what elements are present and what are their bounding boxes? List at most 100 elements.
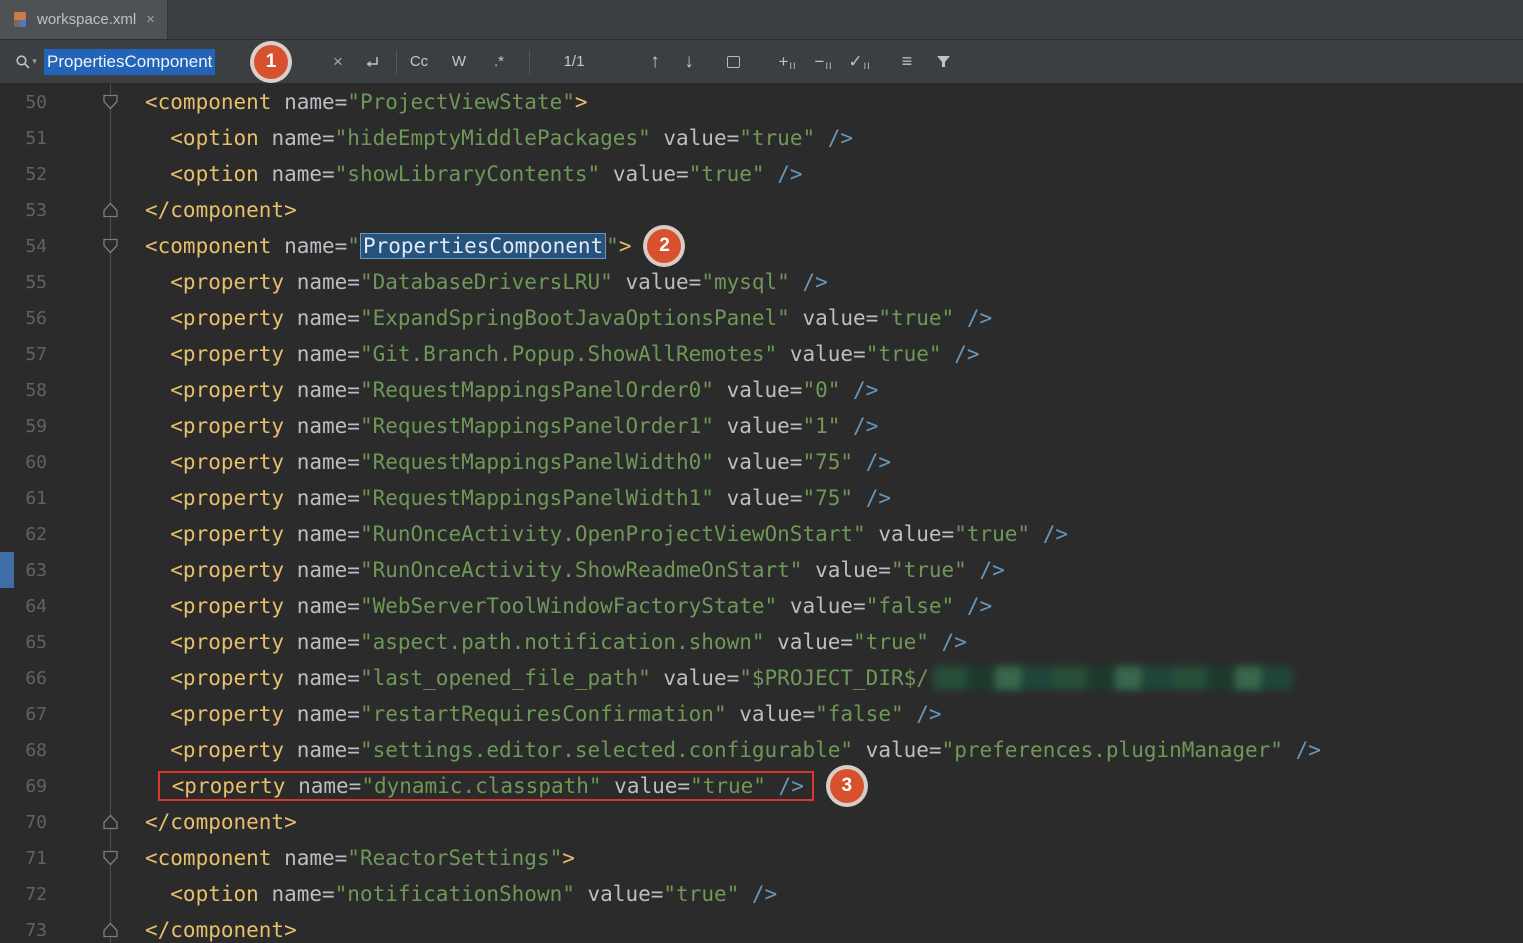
match-counter: 1/1 — [538, 53, 610, 70]
clear-search-icon[interactable]: × — [326, 52, 350, 72]
line-number: 57 — [0, 344, 47, 365]
code-text: <component name="PropertiesComponent">2 — [145, 229, 681, 263]
tab-workspace-xml[interactable]: workspace.xml × — [0, 0, 168, 39]
code-token: "1" — [802, 414, 840, 438]
code-token: <component — [145, 846, 271, 870]
code-token: /> — [904, 702, 942, 726]
previous-match-button[interactable]: ↑ — [642, 51, 668, 73]
occurrence-glyph: II — [825, 61, 832, 71]
code-token: value= — [600, 162, 689, 186]
code-line-71: 71<component name="ReactorSettings"> — [0, 840, 1523, 876]
words-toggle[interactable]: W — [441, 48, 477, 76]
code-line-54: 54 <component name="PropertiesComponent">… — [0, 228, 1523, 264]
regex-toggle[interactable]: .* — [481, 48, 517, 76]
code-token: value= — [575, 882, 664, 906]
code-token: /> — [853, 450, 891, 474]
code-text: <property name="last_opened_file_path" v… — [145, 666, 1293, 690]
code-token: name= — [284, 414, 360, 438]
code-line-58: 58 <property name="RequestMappingsPanelO… — [0, 372, 1523, 408]
code-token: /> — [790, 270, 828, 294]
line-number: 58 — [0, 380, 47, 401]
code-token: value= — [602, 774, 691, 798]
fold-start-icon[interactable] — [102, 94, 119, 111]
search-match-highlight: PropertiesComponent — [360, 233, 606, 259]
code-token: /> — [1283, 738, 1321, 762]
code-token: "0" — [802, 378, 840, 402]
line-number: 59 — [0, 416, 47, 437]
fold-start-icon[interactable] — [102, 850, 119, 867]
fold-start-icon[interactable] — [102, 238, 119, 255]
open-in-find-window-button[interactable] — [720, 56, 746, 68]
line-number: 54 — [0, 236, 47, 257]
code-token: <component — [145, 234, 271, 258]
add-occurrence-button[interactable]: +II — [772, 52, 802, 72]
code-token: <property — [145, 270, 284, 294]
code-token: <property — [145, 486, 284, 510]
code-token: "notificationShown" — [335, 882, 575, 906]
tab-close-icon[interactable]: × — [146, 11, 155, 28]
line-number: 62 — [0, 524, 47, 545]
code-text: </component> — [145, 198, 297, 222]
remove-occurrence-button[interactable]: −II — [808, 52, 838, 72]
select-all-occurrences-button[interactable]: ✓II — [844, 52, 874, 72]
filter-results-button[interactable] — [928, 55, 958, 69]
code-text: <property name="dynamic.classpath" value… — [145, 769, 864, 803]
code-line-56: 56 <property name="ExpandSpringBootJavaO… — [0, 300, 1523, 336]
code-token: "true" — [689, 162, 765, 186]
code-token: /> — [765, 162, 803, 186]
toolbar-divider — [529, 50, 530, 74]
code-text: <property name="RunOnceActivity.OpenProj… — [145, 522, 1068, 546]
fold-end-icon[interactable] — [102, 202, 119, 219]
code-token: /> — [1030, 522, 1068, 546]
code-token: name= — [259, 162, 335, 186]
code-line-53: 53</component> — [0, 192, 1523, 228]
code-line-72: 72 <option name="notificationShown" valu… — [0, 876, 1523, 912]
search-icon[interactable]: ▾ — [10, 54, 42, 70]
code-token: value= — [727, 702, 816, 726]
code-token: "hideEmptyMiddlePackages" — [335, 126, 651, 150]
code-line-51: 51 <option name="hideEmptyMiddlePackages… — [0, 120, 1523, 156]
code-token: "RunOnceActivity.ShowReadmeOnStart" — [360, 558, 803, 582]
line-number: 69 — [0, 776, 47, 797]
code-token: <property — [145, 666, 284, 690]
fold-column — [47, 192, 145, 228]
code-line-60: 60 <property name="RequestMappingsPanelW… — [0, 444, 1523, 480]
fold-column — [47, 120, 145, 156]
fold-column — [47, 300, 145, 336]
code-token: <property — [145, 522, 284, 546]
code-token: "true" — [853, 630, 929, 654]
code-token: "Git.Branch.Popup.ShowAllRemotes" — [360, 342, 777, 366]
fold-column — [47, 660, 145, 696]
code-token: /> — [929, 630, 967, 654]
code-token: value= — [613, 270, 702, 294]
minus-icon: − — [815, 52, 825, 72]
code-token: "true" — [739, 126, 815, 150]
code-line-55: 55 <property name="DatabaseDriversLRU" v… — [0, 264, 1523, 300]
code-token: "false" — [815, 702, 904, 726]
code-token: <property — [145, 306, 284, 330]
code-token: value= — [790, 306, 879, 330]
code-token: "settings.editor.selected.configurable" — [360, 738, 853, 762]
code-token: /> — [942, 342, 980, 366]
code-token: name= — [284, 306, 360, 330]
fold-column — [47, 84, 145, 120]
code-token: <property — [145, 378, 284, 402]
code-token: name= — [271, 234, 347, 258]
code-token: "true" — [663, 882, 739, 906]
fold-end-icon[interactable] — [102, 814, 119, 831]
code-token: <property — [145, 702, 284, 726]
code-text: <property name="RunOnceActivity.ShowRead… — [145, 558, 1005, 582]
insert-newline-icon[interactable] — [360, 55, 384, 69]
code-token: value= — [714, 486, 803, 510]
fold-end-icon[interactable] — [102, 922, 119, 939]
code-line-59: 59 <property name="RequestMappingsPanelO… — [0, 408, 1523, 444]
next-match-button[interactable]: ↓ — [676, 51, 702, 73]
code-token: name= — [284, 666, 360, 690]
match-case-toggle[interactable]: Cc — [401, 48, 437, 76]
occurrence-glyph: II — [789, 61, 796, 71]
code-line-70: 70</component> — [0, 804, 1523, 840]
code-token: " — [347, 234, 360, 258]
search-options-button[interactable]: ≡ — [892, 51, 922, 72]
code-editor[interactable]: 50<component name="ProjectViewState">51 … — [0, 84, 1523, 943]
code-token: value= — [777, 594, 866, 618]
